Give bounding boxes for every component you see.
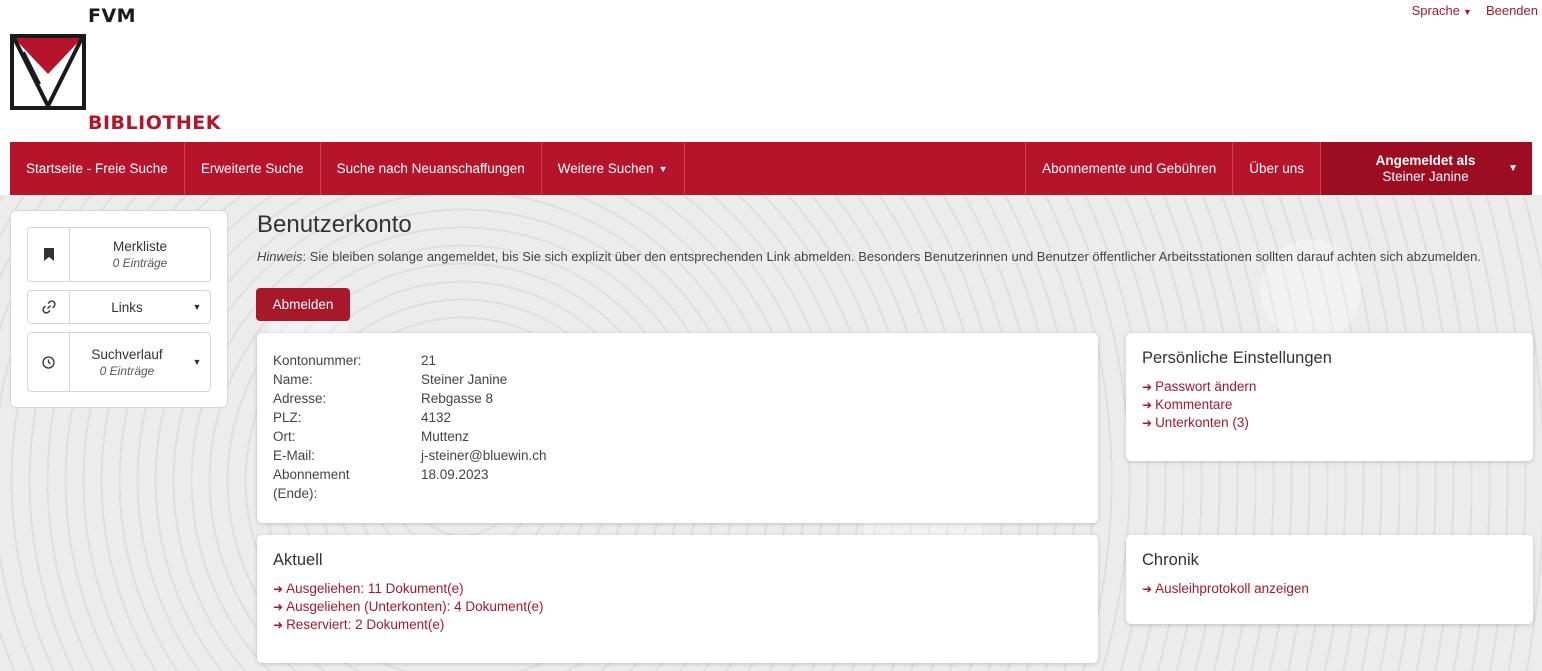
arrow-right-icon: ➜ bbox=[1142, 398, 1153, 412]
user-menu-name: Steiner Janine bbox=[1382, 168, 1469, 184]
user-menu[interactable]: Angemeldet als Steiner Janine ▼ bbox=[1320, 142, 1532, 195]
caret-down-icon: ▼ bbox=[192, 357, 202, 367]
language-menu[interactable]: Sprache ▼ bbox=[1412, 3, 1472, 18]
account-label: Adresse: bbox=[273, 391, 327, 406]
sidebar-links[interactable]: Links ▼ bbox=[27, 290, 211, 324]
bookmark-icon bbox=[28, 228, 70, 281]
main-navbar: Startseite - Freie Suche Erweiterte Such… bbox=[10, 142, 1532, 195]
arrow-right-icon: ➜ bbox=[273, 582, 284, 596]
account-details-card: Kontonummer: 21 Name: Steiner Janine Adres… bbox=[257, 333, 1098, 523]
clock-icon bbox=[28, 333, 70, 391]
nav-subscriptions-fees[interactable]: Abonnemente und Gebühren bbox=[1025, 142, 1232, 195]
language-label: Sprache bbox=[1411, 3, 1461, 18]
logo-top-text: FVM bbox=[88, 5, 137, 27]
account-row: PLZ: 4132 bbox=[273, 408, 1082, 427]
account-row: Ort: Muttenz bbox=[273, 427, 1082, 446]
account-row: E-Mail: j-steiner@bluewin.ch bbox=[273, 446, 1082, 465]
reserved-link[interactable]: ➜ Reserviert: 2 Dokument(e) bbox=[273, 616, 1082, 634]
arrow-right-icon: ➜ bbox=[273, 600, 284, 614]
nav-more-searches[interactable]: Weitere Suchen ▼ bbox=[542, 142, 685, 195]
sidebar-links-title: Links bbox=[111, 299, 143, 315]
logo-bottom-text: BIBLIOTHEK bbox=[88, 112, 221, 134]
sidebar-links-body: Links bbox=[70, 296, 184, 319]
link-label: Kommentare bbox=[1155, 397, 1233, 412]
subaccounts-link[interactable]: ➜ Unterkonten (3) bbox=[1142, 414, 1517, 432]
history-links: ➜ Ausleihprotokoll anzeigen bbox=[1142, 580, 1517, 598]
account-label: Ort: bbox=[273, 429, 296, 444]
sidebar-merkliste-body: Merkliste 0 Einträge bbox=[70, 235, 210, 274]
account-value: Muttenz bbox=[421, 429, 470, 444]
arrow-right-icon: ➜ bbox=[1142, 582, 1153, 596]
account-value: Rebgasse 8 bbox=[421, 391, 494, 406]
account-label: Abonnement (Ende): bbox=[273, 467, 350, 501]
page-title: Benutzerkonto bbox=[257, 211, 412, 238]
user-menu-text: Angemeldet als Steiner Janine bbox=[1357, 153, 1494, 185]
arrow-right-icon: ➜ bbox=[273, 618, 284, 632]
current-loans-title: Aktuell bbox=[273, 551, 323, 569]
caret-down-icon: ▼ bbox=[192, 302, 202, 312]
account-row: Adresse: Rebgasse 8 bbox=[273, 389, 1082, 408]
account-value: j-steiner@bluewin.ch bbox=[421, 448, 547, 463]
sidebar: Merkliste 0 Einträge Links ▼ Suchverlauf… bbox=[10, 210, 228, 408]
account-value: 4132 bbox=[421, 410, 452, 425]
arrow-right-icon: ➜ bbox=[1142, 380, 1153, 394]
personal-settings-card: Persönliche Einstellungen ➜ Passwort ände… bbox=[1126, 333, 1533, 461]
history-title: Chronik bbox=[1142, 551, 1199, 569]
caret-down-icon: ▼ bbox=[658, 163, 668, 174]
account-label: PLZ: bbox=[273, 410, 302, 425]
current-loans-links: ➜ Ausgeliehen: 11 Dokument(e) ➜ Ausgeliehe… bbox=[273, 580, 1082, 634]
top-utility-bar: Sprache ▼ Beenden bbox=[1412, 3, 1538, 18]
account-label: Kontonummer: bbox=[273, 353, 362, 368]
borrowed-subaccounts-link[interactable]: ➜ Ausgeliehen (Unterkonten): 4 Dokument(e… bbox=[273, 598, 1082, 616]
account-row: Kontonummer: 21 bbox=[273, 351, 1082, 370]
link-label: Unterkonten (3) bbox=[1155, 415, 1249, 430]
account-row: Abonnement (Ende): 18.09.2023 bbox=[273, 465, 1082, 503]
link-label: Reserviert: 2 Dokument(e) bbox=[286, 617, 445, 632]
sidebar-merkliste[interactable]: Merkliste 0 Einträge bbox=[27, 227, 211, 282]
sidebar-suchverlauf-count: 0 Einträge bbox=[99, 363, 155, 378]
library-logo[interactable]: FVM BIBLIOTHEK bbox=[10, 0, 240, 140]
sidebar-merkliste-title: Merkliste bbox=[112, 239, 167, 254]
quit-link[interactable]: Beenden bbox=[1486, 3, 1538, 18]
sidebar-merkliste-count: 0 Einträge bbox=[112, 256, 168, 270]
hint-text: : Sie bleiben solange angemeldet, bis Si… bbox=[302, 249, 1481, 264]
account-label: E-Mail: bbox=[273, 448, 316, 463]
caret-down-icon: ▼ bbox=[1463, 7, 1472, 17]
borrowed-link[interactable]: ➜ Ausgeliehen: 11 Dokument(e) bbox=[273, 580, 1082, 598]
sidebar-suchverlauf[interactable]: Suchverlauf 0 Einträge ▼ bbox=[27, 332, 211, 392]
change-password-link[interactable]: ➜ Passwort ändern bbox=[1142, 378, 1517, 396]
link-icon bbox=[28, 291, 70, 323]
current-loans-card: Aktuell ➜ Ausgeliehen: 11 Dokument(e) ➜ Au… bbox=[257, 535, 1098, 663]
link-label: Passwort ändern bbox=[1155, 379, 1257, 394]
nav-new-acquisitions[interactable]: Suche nach Neuanschaffungen bbox=[321, 142, 542, 195]
personal-settings-links: ➜ Passwort ändern ➜ Kommentare ➜ Unterkonte… bbox=[1142, 378, 1517, 432]
link-label: Ausgeliehen (Unterkonten): 4 Dokument(e) bbox=[286, 599, 544, 614]
personal-settings-title: Persönliche Einstellungen bbox=[1142, 349, 1332, 367]
arrow-right-icon: ➜ bbox=[1142, 416, 1153, 430]
caret-down-icon: ▼ bbox=[1508, 163, 1518, 174]
link-label: Ausleihprotokoll anzeigen bbox=[1155, 581, 1309, 596]
nav-right-group: Abonnemente und Gebühren Über uns Angeme… bbox=[1025, 142, 1532, 195]
account-value: 18.09.2023 bbox=[421, 467, 489, 482]
sidebar-suchverlauf-body: Suchverlauf 0 Einträge bbox=[70, 343, 184, 382]
loan-log-link[interactable]: ➜ Ausleihprotokoll anzeigen bbox=[1142, 580, 1517, 598]
account-details-table: Kontonummer: 21 Name: Steiner Janine Adres… bbox=[273, 351, 1082, 503]
user-menu-title: Angemeldet als bbox=[1375, 152, 1476, 168]
history-card: Chronik ➜ Ausleihprotokoll anzeigen bbox=[1126, 535, 1533, 624]
nav-more-searches-label: Weitere Suchen bbox=[557, 161, 654, 176]
logout-button[interactable]: Abmelden bbox=[256, 288, 350, 321]
nav-free-search[interactable]: Startseite - Freie Suche bbox=[10, 142, 185, 195]
account-label: Name: bbox=[273, 372, 313, 387]
sidebar-suchverlauf-title: Suchverlauf bbox=[91, 346, 163, 362]
logo-mark-icon bbox=[10, 34, 86, 110]
account-row: Name: Steiner Janine bbox=[273, 370, 1082, 389]
account-value: 21 bbox=[421, 353, 437, 368]
account-value: Steiner Janine bbox=[421, 372, 508, 387]
nav-advanced-search[interactable]: Erweiterte Suche bbox=[185, 142, 321, 195]
logout-hint: Hinweis: Sie bleiben solange angemeldet,… bbox=[257, 247, 1537, 266]
hint-label: Hinweis bbox=[257, 249, 303, 264]
comments-link[interactable]: ➜ Kommentare bbox=[1142, 396, 1517, 414]
link-label: Ausgeliehen: 11 Dokument(e) bbox=[286, 581, 464, 596]
nav-about-us[interactable]: Über uns bbox=[1232, 142, 1320, 195]
